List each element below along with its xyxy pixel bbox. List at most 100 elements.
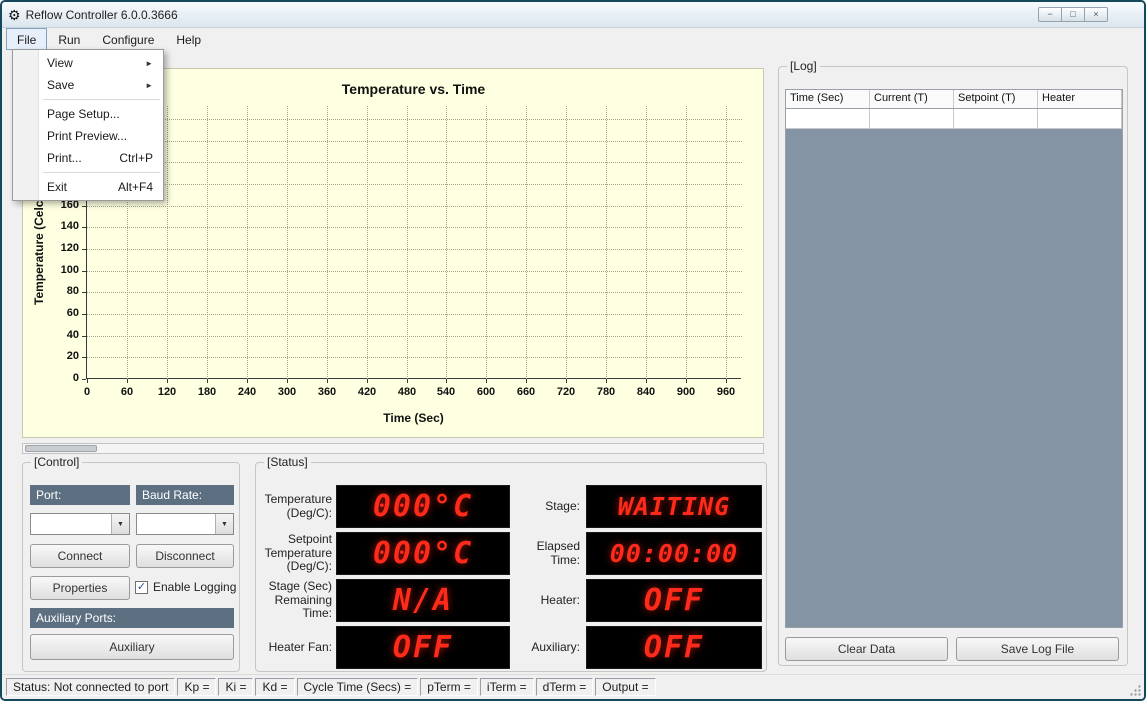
x-axis-tick (446, 379, 447, 383)
chart-scrollbar-thumb[interactable] (25, 445, 97, 452)
chevron-down-icon[interactable]: ▼ (111, 514, 129, 534)
heater-fan-label: Heater Fan: (268, 639, 332, 654)
menu-item-label: Exit (47, 180, 68, 194)
maximize-button[interactable]: □ (1061, 7, 1085, 22)
elapsed-time-label: Elapsed Time: (536, 538, 580, 567)
auxiliary-label: Auxiliary: (531, 639, 580, 654)
menu-item-print[interactable]: Print... Ctrl+P (13, 147, 163, 169)
gridline-horizontal (87, 357, 742, 358)
x-tick-label: 540 (436, 386, 456, 398)
y-tick-label: 0 (72, 372, 79, 384)
y-tick-label: 60 (66, 307, 79, 319)
baud-rate-combobox[interactable]: ▼ (136, 513, 234, 535)
x-axis-tick (526, 379, 527, 383)
titlebar[interactable]: ⚙ Reflow Controller 6.0.0.3666 − □ × (2, 2, 1144, 28)
x-tick-label: 960 (716, 386, 736, 398)
statusbar-item-status-not-connected-to-port: Status: Not connected to port (6, 678, 176, 696)
log-group-label: [Log] (787, 59, 820, 73)
file-menu: View ► Save ► Page Setup... Print Preview... P… (12, 49, 164, 201)
x-tick-label: 840 (636, 386, 656, 398)
menubar-item-run[interactable]: Run (47, 28, 91, 50)
save-log-file-button[interactable]: Save Log File (956, 637, 1119, 661)
gridline-vertical (367, 106, 368, 379)
log-column-header-current-t[interactable]: Current (T) (870, 90, 954, 108)
menubar-item-help[interactable]: Help (165, 28, 212, 50)
menu-item-view[interactable]: View ► (13, 52, 163, 74)
auxiliary-button[interactable]: Auxiliary (30, 634, 234, 660)
y-tick-label: 140 (60, 220, 79, 232)
chart-scrollbar[interactable] (22, 443, 764, 454)
enable-logging-label: Enable Logging (153, 580, 237, 594)
menu-item-label: Print... (47, 151, 82, 165)
close-button[interactable]: × (1084, 7, 1108, 22)
menu-item-save[interactable]: Save ► (13, 74, 163, 96)
enable-logging-checkbox[interactable]: ✓ Enable Logging (135, 580, 236, 594)
menu-shortcut: Ctrl+P (119, 151, 153, 165)
menu-item-page-setup[interactable]: Page Setup... (13, 103, 163, 125)
disconnect-button[interactable]: Disconnect (136, 544, 234, 568)
stage-label: Stage: (545, 498, 580, 513)
app-gear-icon: ⚙ (8, 6, 21, 23)
statusbar-item-iterm: iTerm = (479, 678, 534, 696)
control-group-label: [Control] (31, 455, 83, 469)
x-axis-tick (566, 379, 567, 383)
y-axis-tick (82, 379, 86, 380)
y-tick-label: 100 (60, 264, 79, 276)
connect-button[interactable]: Connect (30, 544, 130, 568)
minimize-button[interactable]: − (1038, 7, 1062, 22)
gridline-horizontal (87, 119, 742, 120)
x-axis-tick (367, 379, 368, 383)
log-column-header-time-sec[interactable]: Time (Sec) (786, 90, 870, 108)
gridline-vertical (726, 106, 727, 379)
y-axis-tick (82, 336, 86, 337)
menu-item-print-preview[interactable]: Print Preview... (13, 125, 163, 147)
gridline-vertical (646, 106, 647, 379)
control-group: [Control] Port: Baud Rate: ▼ ▼ Connect D… (22, 455, 240, 672)
port-header: Port: (30, 485, 130, 505)
temperature-label: Temperature (Deg/C): (264, 491, 332, 520)
x-tick-label: 600 (476, 386, 496, 398)
log-group: [Log] Time (Sec) Current (T) Setpoint (T) H… (778, 59, 1128, 666)
x-tick-label: 660 (516, 386, 536, 398)
status-group: [Status] Temperature (Deg/C): 000°C Setp… (255, 455, 767, 672)
gridline-vertical (566, 106, 567, 379)
heater-label: Heater: (540, 592, 580, 607)
clear-data-button[interactable]: Clear Data (785, 637, 948, 661)
gridline-vertical (686, 106, 687, 379)
y-axis-tick (82, 292, 86, 293)
auxiliary-ports-header: Auxiliary Ports: (30, 608, 234, 628)
port-combobox[interactable]: ▼ (30, 513, 130, 535)
gridline-vertical (247, 106, 248, 379)
x-tick-label: 360 (317, 386, 337, 398)
log-column-header-heater[interactable]: Heater (1038, 90, 1122, 108)
log-column-header-setpoint-t[interactable]: Setpoint (T) (954, 90, 1038, 108)
x-tick-label: 900 (676, 386, 696, 398)
x-axis-tick (287, 379, 288, 383)
y-axis-tick (82, 314, 86, 315)
x-tick-label: 480 (397, 386, 417, 398)
stage-remaining-time-display: N/A (336, 579, 510, 622)
menu-item-exit[interactable]: Exit Alt+F4 (13, 176, 163, 198)
y-axis-tick (82, 249, 86, 250)
chevron-down-icon[interactable]: ▼ (215, 514, 233, 534)
y-tick-label: 120 (60, 242, 79, 254)
statusbar: Status: Not connected to port Kp = Ki = Kd … (2, 674, 1144, 699)
submenu-arrow-icon: ► (145, 80, 153, 90)
x-axis-tick (87, 379, 88, 383)
gridline-vertical (167, 106, 168, 379)
checkmark-icon: ✓ (135, 580, 148, 594)
log-table-header: Time (Sec) Current (T) Setpoint (T) Heater (786, 90, 1122, 109)
stage-remaining-time-label: Stage (Sec) Remaining Time: (268, 578, 332, 621)
properties-button[interactable]: Properties (30, 576, 130, 600)
x-tick-label: 300 (277, 386, 297, 398)
menubar-item-configure[interactable]: Configure (91, 28, 165, 50)
status-group-label: [Status] (264, 455, 311, 469)
x-axis-tick (726, 379, 727, 383)
statusbar-item-kd: Kd = (255, 678, 295, 696)
gridline-vertical (287, 106, 288, 379)
x-axis-tick (167, 379, 168, 383)
elapsed-time-display: 00:00:00 (586, 532, 762, 575)
x-tick-label: 720 (556, 386, 576, 398)
menubar-item-file[interactable]: File (6, 28, 48, 50)
resize-grip-icon[interactable] (1129, 684, 1142, 697)
